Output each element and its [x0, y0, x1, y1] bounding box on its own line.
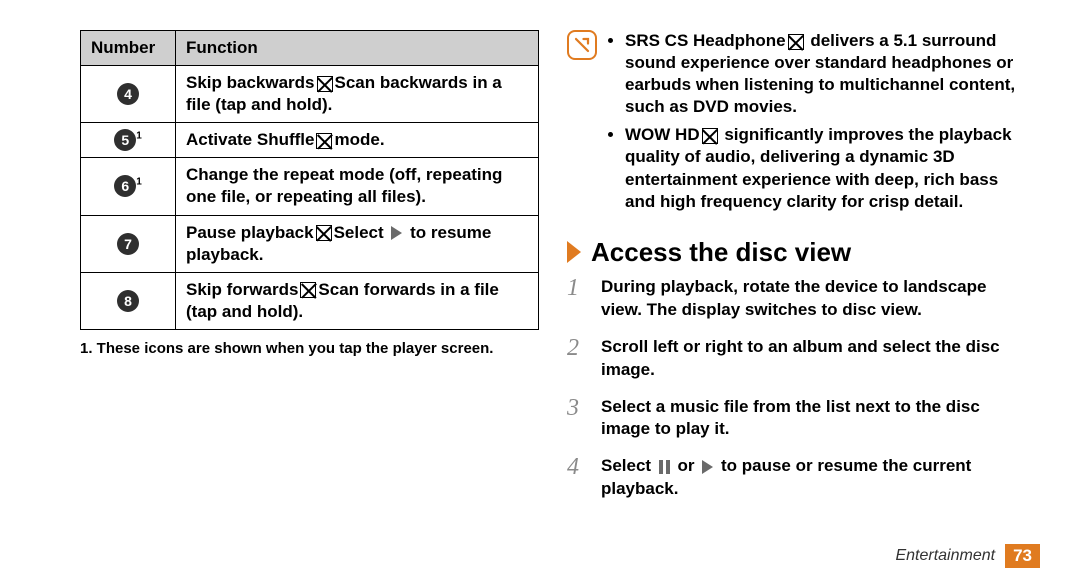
step-text: During playback, rotate the device to la…	[601, 276, 1026, 322]
page-footer: Entertainment 73	[895, 544, 1040, 568]
chevron-right-icon	[567, 241, 581, 263]
separator-glyph-icon	[316, 225, 332, 241]
table-row: 4 Skip backwardsScan backwards in a file …	[81, 66, 539, 123]
row-function: Skip forwardsScan forwards in a file (ta…	[176, 272, 539, 329]
table-header-row: Number Function	[81, 31, 539, 66]
footnote: 1. These icons are shown when you tap th…	[80, 340, 539, 357]
steps-list: 1 During playback, rotate the device to l…	[567, 276, 1026, 502]
left-column: Number Function 4 Skip backwardsScan back…	[40, 30, 553, 562]
page-number: 73	[1005, 544, 1040, 568]
heading-text: Access the disc view	[591, 237, 851, 268]
section-heading: Access the disc view	[567, 237, 1026, 268]
step-item: 1 During playback, rotate the device to l…	[567, 276, 1026, 322]
trademark-glyph-icon	[702, 128, 718, 144]
superscript: 1	[136, 177, 142, 188]
circled-number-icon: 7	[117, 233, 139, 255]
note-item: WOW HD significantly improves the playba…	[625, 124, 1026, 212]
table-row: 51Activate Shufflemode.	[81, 123, 539, 158]
step-item: 4 Select or to pause or resume the curren…	[567, 455, 1026, 501]
function-table: Number Function 4 Skip backwardsScan back…	[80, 30, 539, 330]
step-text: Select or to pause or resume the current…	[601, 455, 1026, 501]
play-icon	[391, 226, 402, 240]
row-number: 51	[81, 123, 176, 158]
table-row: 61Change the repeat mode (off, repeating…	[81, 158, 539, 215]
separator-glyph-icon	[317, 76, 333, 92]
note-icon	[567, 30, 597, 60]
step-number: 4	[567, 455, 587, 501]
header-function: Function	[176, 31, 539, 66]
circled-number-icon: 8	[117, 290, 139, 312]
footer-section: Entertainment	[895, 547, 995, 565]
step-text: Scroll left or right to an album and sel…	[601, 336, 1026, 382]
separator-glyph-icon	[316, 133, 332, 149]
circled-number-icon: 5	[114, 129, 136, 151]
row-number: 8	[81, 272, 176, 329]
row-number: 7	[81, 215, 176, 272]
row-function: Change the repeat mode (off, repeating o…	[176, 158, 539, 215]
note-block: SRS CS Headphone delivers a 5.1 surround…	[567, 30, 1026, 219]
step-number: 3	[567, 396, 587, 442]
play-icon	[702, 460, 713, 474]
circled-number-icon: 6	[114, 175, 136, 197]
step-item: 2 Scroll left or right to an album and se…	[567, 336, 1026, 382]
table-row: 8 Skip forwardsScan forwards in a file (t…	[81, 272, 539, 329]
step-number: 2	[567, 336, 587, 382]
row-function: Activate Shufflemode.	[176, 123, 539, 158]
right-column: SRS CS Headphone delivers a 5.1 surround…	[553, 30, 1040, 562]
step-text: Select a music file from the list next t…	[601, 396, 1026, 442]
row-number: 4	[81, 66, 176, 123]
superscript: 1	[136, 131, 142, 142]
trademark-glyph-icon	[788, 34, 804, 50]
step-number: 1	[567, 276, 587, 322]
row-function: Pause playbackSelect to resume playback.	[176, 215, 539, 272]
row-number: 61	[81, 158, 176, 215]
circled-number-icon: 4	[117, 83, 139, 105]
pause-icon	[659, 460, 670, 474]
row-function: Skip backwardsScan backwards in a file (…	[176, 66, 539, 123]
notes-list: SRS CS Headphone delivers a 5.1 surround…	[609, 30, 1026, 219]
separator-glyph-icon	[300, 282, 316, 298]
header-number: Number	[81, 31, 176, 66]
table-row: 7 Pause playbackSelect to resume playback…	[81, 215, 539, 272]
page: Number Function 4 Skip backwardsScan back…	[0, 0, 1080, 586]
step-item: 3 Select a music file from the list next …	[567, 396, 1026, 442]
note-item: SRS CS Headphone delivers a 5.1 surround…	[625, 30, 1026, 118]
